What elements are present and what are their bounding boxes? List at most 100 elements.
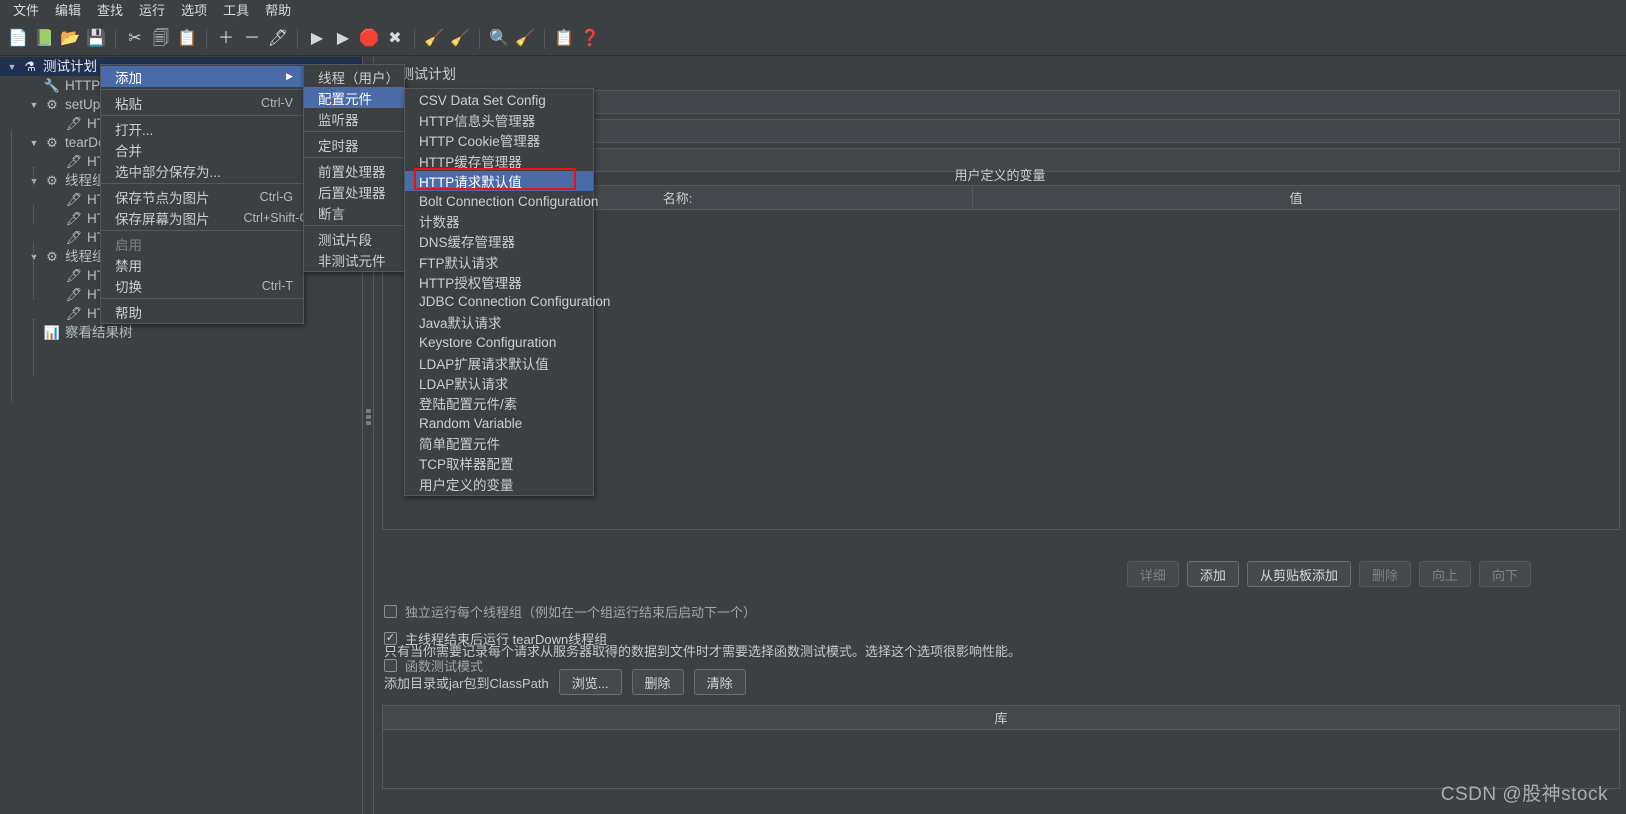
cfg-simple-config-element[interactable]: 简单配置元件 xyxy=(405,433,593,453)
checkbox-box[interactable] xyxy=(384,605,397,618)
open-icon[interactable]: 📂 xyxy=(58,27,82,51)
cfg-login-config-element[interactable]: 登陆配置元件/素 xyxy=(405,393,593,413)
ctx-paste[interactable]: 粘贴 Ctrl-V xyxy=(101,92,303,113)
submenu-assertion[interactable]: 断言 xyxy=(304,202,404,223)
function-helper-icon[interactable]: 📋 xyxy=(552,27,576,51)
templates-icon[interactable]: 📗 xyxy=(32,27,56,51)
cfg-csv-data-set-config[interactable]: CSV Data Set Config xyxy=(405,90,593,110)
cfg-ldap-extended-request-defaults[interactable]: LDAP扩展请求默认值 xyxy=(405,352,593,372)
cut-icon[interactable]: ✂ xyxy=(123,27,147,51)
chevron-down-icon[interactable]: ▼ xyxy=(26,252,42,262)
chevron-down-icon[interactable]: ▼ xyxy=(26,100,42,110)
submenu-threads[interactable]: 线程（用户） xyxy=(304,66,404,87)
cfg-counter[interactable]: 计数器 xyxy=(405,211,593,231)
menu-help[interactable]: 帮助 xyxy=(258,1,298,21)
chevron-down-icon[interactable]: ▼ xyxy=(4,62,20,72)
tree-connector-line xyxy=(11,131,12,403)
menu-item-label: 用户定义的变量 xyxy=(419,477,514,493)
cfg-tcp-sampler-config[interactable]: TCP取样器配置 xyxy=(405,453,593,473)
cfg-http-authorization-manager[interactable]: HTTP授权管理器 xyxy=(405,272,593,292)
cfg-user-defined-variables[interactable]: 用户定义的变量 xyxy=(405,474,593,494)
submenu-pre-processor[interactable]: 前置处理器 xyxy=(304,160,404,181)
menu-item-label: FTP默认请求 xyxy=(419,255,499,271)
paste-icon[interactable]: 📋 xyxy=(175,27,199,51)
menu-item-label: LDAP默认请求 xyxy=(419,376,509,392)
ctx-merge[interactable]: 合并 xyxy=(101,139,303,160)
menu-item-label: LDAP扩展请求默认值 xyxy=(419,356,549,372)
menu-item-label: JDBC Connection Configuration xyxy=(419,294,611,310)
menu-file[interactable]: 文件 xyxy=(6,1,46,21)
thread-group-icon: ⚙ xyxy=(46,134,58,150)
serialize-threadgroups-checkbox[interactable]: 独立运行每个线程组（例如在一个组运行结束后启动下一个） xyxy=(384,602,756,621)
submenu-non-test-element[interactable]: 非测试元件 xyxy=(304,249,404,270)
menu-item-label: 保存节点为图片 xyxy=(115,190,210,206)
test-plan-icon: ⚗ xyxy=(24,58,36,74)
submenu-test-fragment[interactable]: 测试片段 xyxy=(304,228,404,249)
start-no-pauses-icon[interactable]: ▶ xyxy=(331,27,355,51)
tree-connector-line xyxy=(33,205,34,225)
ctx-add[interactable]: 添加 ▶ xyxy=(101,66,303,87)
ctx-save-node-as-image[interactable]: 保存节点为图片 Ctrl-G xyxy=(101,186,303,207)
menu-run[interactable]: 运行 xyxy=(132,1,172,21)
clear-icon[interactable]: 🧹 xyxy=(422,27,446,51)
start-icon[interactable]: ▶ xyxy=(305,27,329,51)
tree-context-menu[interactable]: 添加 ▶ 粘贴 Ctrl-V 打开... 合并 选中部分保存为... 保存节点为图片 Ctrl-… xyxy=(100,64,309,324)
cfg-http-cache-manager[interactable]: HTTP缓存管理器 xyxy=(405,151,593,171)
splitter-grip[interactable] xyxy=(366,409,371,427)
submenu-post-processor[interactable]: 后置处理器 xyxy=(304,181,404,202)
menu-separator xyxy=(101,89,303,90)
add-button[interactable]: 添加 xyxy=(1186,561,1239,587)
save-icon[interactable]: 💾 xyxy=(84,27,108,51)
submenu-timer[interactable]: 定时器 xyxy=(304,134,404,155)
ctx-disable[interactable]: 禁用 xyxy=(101,254,303,275)
copy-icon[interactable]: 🗐 xyxy=(149,27,173,51)
ctx-open[interactable]: 打开... xyxy=(101,118,303,139)
submenu-config-element[interactable]: 配置元件 xyxy=(304,87,404,108)
search-reset-icon[interactable]: 🧹 xyxy=(513,27,537,51)
delete-button: 删除 xyxy=(1358,561,1411,587)
chevron-down-icon[interactable]: ▼ xyxy=(26,176,42,186)
tree-node[interactable]: ▼📊察看结果树 xyxy=(0,323,362,342)
menu-options[interactable]: 选项 xyxy=(174,1,214,21)
add-submenu[interactable]: 线程（用户） 配置元件 监听器定时器前置处理器 后置处理器 断言测试片段 非测试元件 xyxy=(303,64,405,272)
clear-jar-button[interactable]: 清除 xyxy=(693,669,746,695)
search-icon[interactable]: 🔍 xyxy=(487,27,511,51)
cfg-http-header-manager[interactable]: HTTP信息头管理器 xyxy=(405,110,593,130)
ctx-toggle[interactable]: 切换 Ctrl-T xyxy=(101,275,303,296)
toolbar-separator xyxy=(414,28,415,49)
expand-all-icon[interactable]: ＋ xyxy=(214,27,238,51)
cfg-random-variable[interactable]: Random Variable xyxy=(405,413,593,433)
cfg-ftp-request-defaults[interactable]: FTP默认请求 xyxy=(405,252,593,272)
submenu-listener[interactable]: 监听器 xyxy=(304,108,404,129)
toggle-icon[interactable]: 🖊 xyxy=(266,27,290,51)
menu-tools[interactable]: 工具 xyxy=(216,1,256,21)
add-from-clipboard-button[interactable]: 从剪贴板添加 xyxy=(1246,561,1351,587)
cfg-jdbc-connection-configuration[interactable]: JDBC Connection Configuration xyxy=(405,292,610,312)
delete-jar-button[interactable]: 删除 xyxy=(631,669,684,695)
collapse-all-icon[interactable]: － xyxy=(240,27,264,51)
clear-all-icon[interactable]: 🧹 xyxy=(448,27,472,51)
cfg-dns-cache-manager[interactable]: DNS缓存管理器 xyxy=(405,231,593,251)
cfg-http-request-defaults[interactable]: HTTP请求默认值 xyxy=(405,170,593,191)
ctx-save-screen-as-image[interactable]: 保存屏幕为图片 Ctrl+Shift-G xyxy=(101,207,309,228)
menu-item-label: HTTP授权管理器 xyxy=(419,275,522,291)
cfg-http-cookie-manager[interactable]: HTTP Cookie管理器 xyxy=(405,130,593,150)
new-icon[interactable]: 📄 xyxy=(6,27,30,51)
ctx-help[interactable]: 帮助 xyxy=(101,301,303,322)
cfg-java-request-defaults[interactable]: Java默认请求 xyxy=(405,312,593,332)
classpath-row: 添加目录或jar包到ClassPath 浏览... 删除 清除 xyxy=(384,669,746,695)
ctx-save-selection-as[interactable]: 选中部分保存为... xyxy=(101,160,303,181)
help-icon[interactable]: ❓ xyxy=(578,27,602,51)
cfg-bolt-connection-configuration[interactable]: Bolt Connection Configuration xyxy=(405,191,598,211)
library-table[interactable]: 库 xyxy=(382,705,1620,789)
cfg-keystore-configuration[interactable]: Keystore Configuration xyxy=(405,332,593,352)
stop-icon[interactable]: 🛑 xyxy=(357,27,381,51)
browse-button[interactable]: 浏览... xyxy=(558,669,622,695)
menu-item-label: 前置处理器 xyxy=(318,164,386,180)
cfg-ldap-request-defaults[interactable]: LDAP默认请求 xyxy=(405,373,593,393)
menu-edit[interactable]: 编辑 xyxy=(48,1,88,21)
chevron-down-icon[interactable]: ▼ xyxy=(26,138,42,148)
config-element-submenu[interactable]: CSV Data Set Config HTTP信息头管理器 HTTP Cookie… xyxy=(404,88,610,496)
menu-search[interactable]: 查找 xyxy=(90,1,130,21)
shutdown-icon[interactable]: ✖ xyxy=(383,27,407,51)
